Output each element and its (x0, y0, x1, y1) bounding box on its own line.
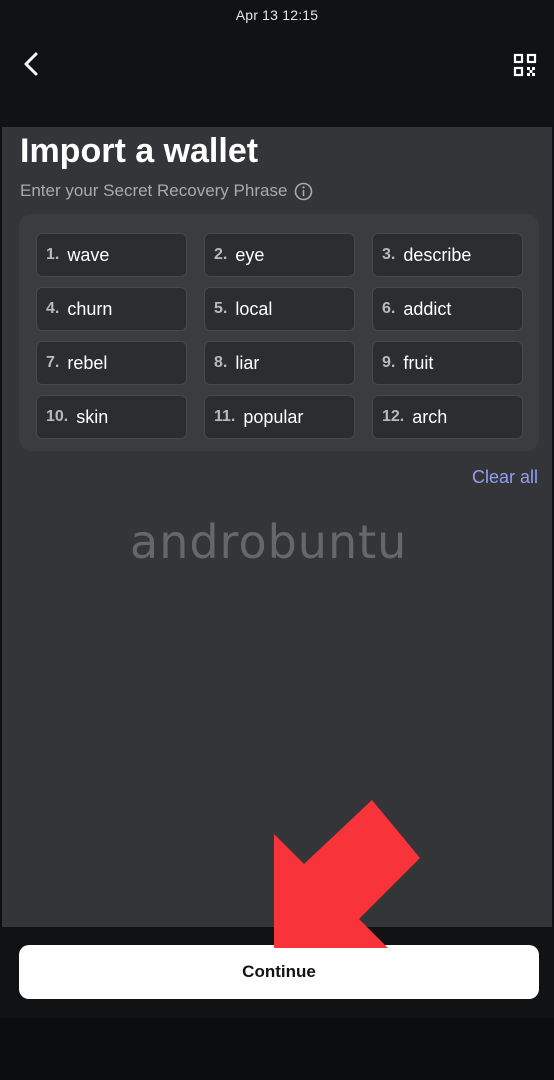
page-title: Import a wallet (20, 132, 259, 170)
clear-all-link[interactable]: Clear all (472, 467, 538, 488)
word-number: 5. (214, 300, 228, 317)
phrase-word-10[interactable]: 10. skin (36, 395, 187, 439)
continue-button[interactable]: Continue (19, 945, 539, 999)
word-text: liar (235, 352, 260, 373)
phrase-word-8[interactable]: 8. liar (204, 341, 355, 385)
import-wallet-content: Import a wallet Enter your Secret Recove… (2, 127, 552, 927)
word-text: churn (67, 298, 113, 319)
word-text: popular (243, 406, 304, 427)
phrase-word-9[interactable]: 9. fruit (372, 341, 523, 385)
chevron-left-icon (24, 52, 38, 76)
phrase-word-5[interactable]: 5. local (204, 287, 355, 331)
phrase-word-3[interactable]: 3. describe (372, 233, 523, 277)
word-number: 3. (382, 246, 396, 263)
phrase-word-6[interactable]: 6. addict (372, 287, 523, 331)
top-bar (0, 32, 554, 127)
word-number: 12. (382, 408, 405, 425)
word-text: describe (403, 244, 472, 265)
phrase-word-11[interactable]: 11. popular (204, 395, 355, 439)
recovery-phrase-panel: 1. wave 2. eye 3. describe 4. churn 5. local … (19, 214, 539, 451)
phrase-word-4[interactable]: 4. churn (36, 287, 187, 331)
word-text: eye (235, 244, 265, 265)
word-text: skin (76, 406, 109, 427)
subtitle-row: Enter your Secret Recovery Phrase (20, 181, 313, 201)
word-number: 4. (46, 300, 60, 317)
status-time: Apr 13 12:15 (235, 7, 319, 23)
word-text: wave (67, 244, 110, 265)
status-bar: Apr 13 12:15 (0, 0, 554, 32)
word-number: 7. (46, 354, 60, 371)
word-number: 10. (46, 408, 69, 425)
word-text: fruit (403, 352, 434, 373)
word-number: 2. (214, 246, 228, 263)
word-text: addict (403, 298, 452, 319)
word-number: 6. (382, 300, 396, 317)
word-text: arch (412, 406, 448, 427)
navigation-bar-area (0, 1018, 554, 1080)
phrase-word-12[interactable]: 12. arch (372, 395, 523, 439)
word-number: 8. (214, 354, 228, 371)
recovery-phrase-grid: 1. wave 2. eye 3. describe 4. churn 5. local … (36, 233, 523, 439)
word-number: 9. (382, 354, 396, 371)
qr-scan-icon (513, 53, 537, 77)
word-text: rebel (67, 352, 108, 373)
phrase-word-7[interactable]: 7. rebel (36, 341, 187, 385)
phrase-word-2[interactable]: 2. eye (204, 233, 355, 277)
back-button[interactable] (14, 46, 50, 82)
info-icon[interactable] (294, 182, 313, 201)
subtitle: Enter your Secret Recovery Phrase (20, 181, 288, 200)
word-number: 1. (46, 246, 60, 263)
word-number: 11. (214, 408, 236, 425)
androbuntu-watermark: androbuntu (130, 515, 408, 569)
phrase-word-1[interactable]: 1. wave (36, 233, 187, 277)
qr-scan-button[interactable] (506, 46, 544, 84)
word-text: local (235, 298, 273, 319)
